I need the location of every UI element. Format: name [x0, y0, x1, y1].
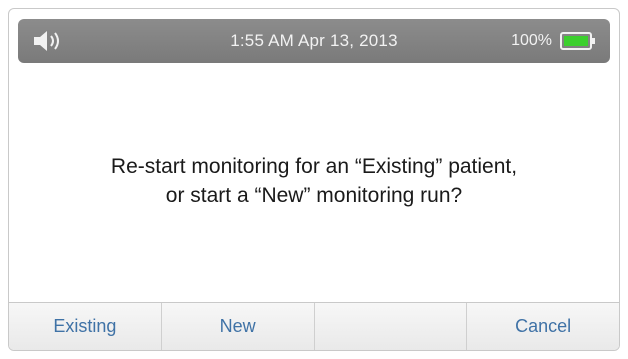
- status-bar: 1:55 AM Apr 13, 2013 100%: [18, 19, 610, 63]
- dialog-message-line1: Re-start monitoring for an “Existing” pa…: [110, 155, 518, 178]
- dialog-message-line2: or start a “New” monitoring run?: [165, 184, 463, 207]
- cancel-button[interactable]: Cancel: [467, 303, 619, 350]
- new-button[interactable]: New: [162, 303, 315, 350]
- softkey-bar: Existing New Cancel: [9, 302, 619, 350]
- existing-button[interactable]: Existing: [9, 303, 162, 350]
- dialog-message: Re-start monitoring for an “Existing” pa…: [30, 152, 598, 210]
- battery-status: 100%: [511, 30, 596, 52]
- device-screen: 1:55 AM Apr 13, 2013 100% Re-start monit…: [0, 0, 628, 359]
- battery-full-icon: [560, 32, 595, 50]
- battery-percent: 100%: [511, 32, 552, 49]
- blank-softkey[interactable]: [315, 303, 468, 350]
